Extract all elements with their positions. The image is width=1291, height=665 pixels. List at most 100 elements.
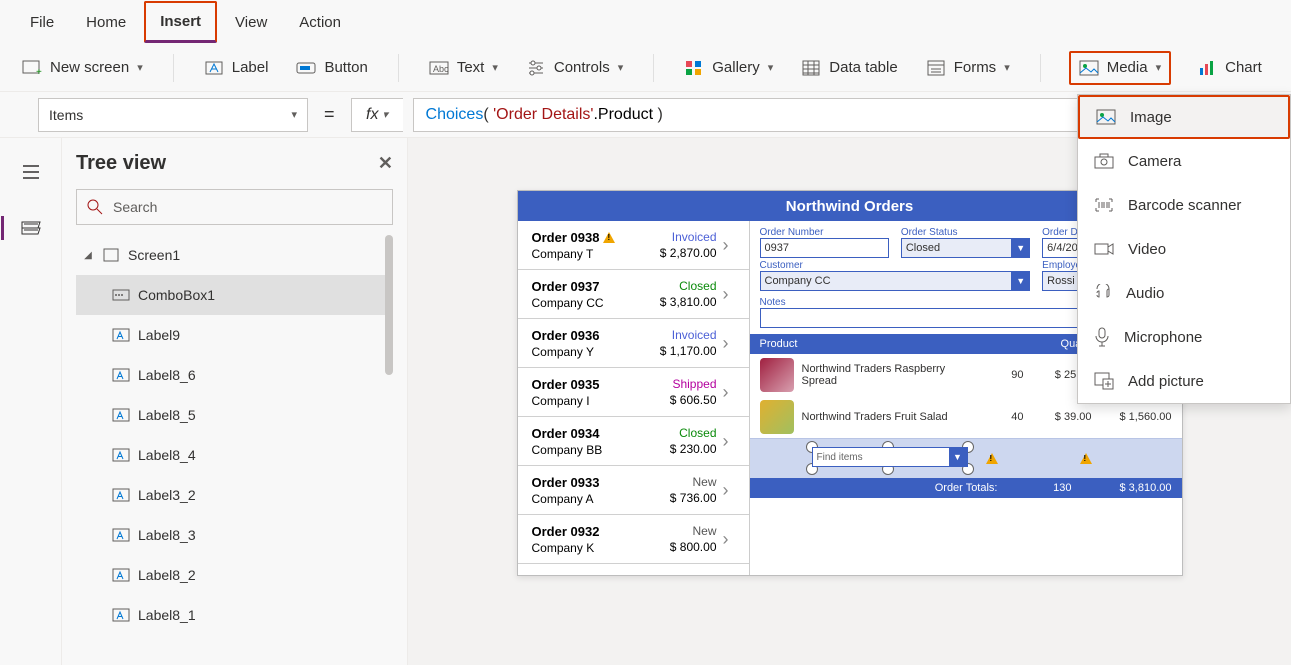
tab-home[interactable]: Home	[72, 4, 140, 41]
controls-button[interactable]: Controls ▾	[524, 54, 625, 82]
table-icon	[801, 58, 821, 78]
svg-text:Abc: Abc	[433, 64, 449, 74]
tree-node-label: ComboBox1	[138, 287, 215, 303]
tab-view[interactable]: View	[221, 4, 281, 41]
tree-body: ◢ Screen1 ComboBox1 Label9Label8_6 Label8_…	[76, 235, 393, 665]
chevron-right-icon: ›	[723, 382, 739, 403]
tree-node-label: Label8_3	[138, 527, 196, 543]
chevron-down-icon: ▾	[1004, 61, 1010, 74]
order-item[interactable]: Order 0936Company YInvoiced$ 1,170.00›	[518, 319, 749, 368]
combobox1[interactable]: Find items ▼	[812, 447, 968, 467]
search-icon	[87, 199, 103, 215]
media-item-label: Audio	[1126, 285, 1164, 302]
order-item[interactable]: Order 0934Company BBClosed$ 230.00›	[518, 417, 749, 466]
tab-file[interactable]: File	[16, 4, 68, 41]
controls-label: Controls	[554, 59, 610, 76]
chevron-down-icon: ▾	[618, 61, 624, 74]
chevron-down-icon: ▾	[1156, 61, 1162, 74]
svg-text:+: +	[36, 67, 42, 76]
chevron-right-icon: ›	[723, 480, 739, 501]
text-button[interactable]: Abc Text ▾	[427, 54, 500, 82]
new-screen-button[interactable]: + New screen ▾	[20, 54, 145, 82]
tree-search-input[interactable]: Search	[76, 189, 393, 225]
data-table-button[interactable]: Data table	[799, 54, 899, 82]
media-item-add-picture[interactable]: Add picture	[1078, 359, 1290, 403]
order-list-gallery[interactable]: Order 0938Company TInvoiced$ 2,870.00›Or…	[518, 221, 750, 575]
chevron-right-icon: ›	[723, 529, 739, 550]
formula-str: 'Order Details'	[493, 106, 593, 124]
tree-node-label8_4[interactable]: Label8_4	[76, 435, 393, 475]
tree-node-combobox1[interactable]: ComboBox1	[76, 275, 393, 315]
search-placeholder: Search	[113, 199, 157, 215]
button-button[interactable]: Button	[294, 54, 369, 82]
label-icon	[112, 526, 130, 544]
media-item-label: Barcode scanner	[1128, 197, 1241, 214]
tree-node-label: Label8_4	[138, 447, 196, 463]
media-item-label: Microphone	[1124, 329, 1202, 346]
customer-label: Customer	[760, 260, 1031, 271]
media-dropdown: Image Camera Barcode scanner Video Audio Micr…	[1077, 94, 1291, 404]
customer-select[interactable]: Company CC▼	[760, 271, 1031, 291]
fx-button[interactable]: fx▾	[351, 98, 403, 132]
tree-node-label8_3[interactable]: Label8_3	[76, 515, 393, 555]
tree-node-label: Label8_5	[138, 407, 196, 423]
separator	[398, 54, 399, 82]
tree-node-label8_5[interactable]: Label8_5	[76, 395, 393, 435]
order-num-field[interactable]: 0937	[760, 238, 889, 258]
order-status-select[interactable]: Closed▼	[901, 238, 1030, 258]
order-item[interactable]: Order 0938Company TInvoiced$ 2,870.00›	[518, 221, 749, 270]
hamburger-button[interactable]	[15, 156, 47, 188]
scrollbar-thumb[interactable]	[385, 235, 393, 375]
totals-row: Order Totals: 130 $ 3,810.00	[750, 478, 1182, 498]
tree-node-label: Label3_2	[138, 487, 196, 503]
chevron-down-icon: ▾	[291, 108, 297, 121]
microphone-icon	[1094, 327, 1110, 347]
order-item[interactable]: Order 0933Company ANew$ 736.00›	[518, 466, 749, 515]
tree-node-label3_2[interactable]: Label3_2	[76, 475, 393, 515]
controls-icon	[526, 58, 546, 78]
tab-action[interactable]: Action	[285, 4, 355, 41]
chevron-right-icon: ›	[723, 431, 739, 452]
property-selected-label: Items	[49, 107, 83, 123]
new-screen-label: New screen	[50, 59, 129, 76]
media-item-video[interactable]: Video	[1078, 227, 1290, 271]
media-item-label: Camera	[1128, 153, 1181, 170]
tab-insert[interactable]: Insert	[144, 1, 217, 43]
warning-icon	[986, 453, 998, 467]
close-icon[interactable]: ✕	[378, 153, 393, 174]
media-button[interactable]: Media ▾	[1069, 51, 1171, 85]
chart-label: Chart	[1225, 59, 1262, 76]
chart-icon	[1197, 58, 1217, 78]
order-item[interactable]: Order 0935Company IShipped$ 606.50›	[518, 368, 749, 417]
media-item-microphone[interactable]: Microphone	[1078, 315, 1290, 359]
tree-node-label8_1[interactable]: Label8_1	[76, 595, 393, 635]
tree-view-button[interactable]	[15, 212, 47, 244]
screen-icon	[102, 246, 120, 264]
text-label: Text	[457, 59, 485, 76]
order-item[interactable]: Order 0932Company KNew$ 800.00›	[518, 515, 749, 564]
tree-node-label9[interactable]: Label9	[76, 315, 393, 355]
forms-label: Forms	[954, 59, 997, 76]
media-item-barcode-scanner[interactable]: Barcode scanner	[1078, 183, 1290, 227]
label-button[interactable]: Label	[202, 54, 271, 82]
order-item[interactable]: Order 0937Company CCClosed$ 3,810.00›	[518, 270, 749, 319]
tree-node-label: Label8_2	[138, 567, 196, 583]
combobox-icon	[112, 286, 130, 304]
warning-icon	[603, 232, 615, 243]
property-selector[interactable]: Items ▾	[38, 98, 308, 132]
forms-button[interactable]: Forms ▾	[924, 54, 1012, 82]
warning-icon	[1080, 453, 1092, 467]
tree-node-screen1[interactable]: ◢ Screen1	[76, 235, 393, 275]
gallery-label: Gallery	[712, 59, 760, 76]
media-item-audio[interactable]: Audio	[1078, 271, 1290, 315]
gallery-button[interactable]: Gallery ▾	[682, 54, 775, 82]
tree-node-label8_6[interactable]: Label8_6	[76, 355, 393, 395]
tree-title: Tree view	[76, 152, 166, 175]
media-item-camera[interactable]: Camera	[1078, 139, 1290, 183]
product-image	[760, 358, 794, 392]
chevron-down-icon: ▾	[137, 61, 143, 74]
equals-sign: =	[324, 104, 335, 125]
chart-button[interactable]: Chart	[1195, 54, 1264, 82]
media-item-image[interactable]: Image	[1078, 95, 1290, 139]
tree-node-label8_2[interactable]: Label8_2	[76, 555, 393, 595]
